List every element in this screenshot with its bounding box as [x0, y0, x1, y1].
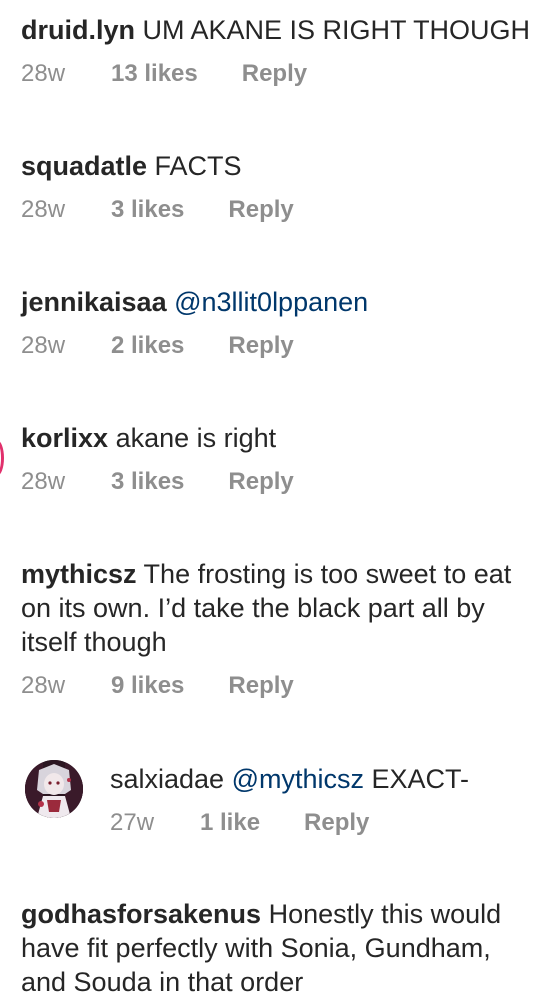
comment-text: jennikaisaa @n3llit0lppanen — [21, 285, 542, 319]
reply-button[interactable]: Reply — [228, 672, 293, 700]
comment-username[interactable]: druid.lyn — [21, 15, 135, 45]
comment-text: squadatle FACTS — [21, 149, 542, 183]
comment-item: korlixx akane is right 28w 3 likes Reply — [21, 421, 542, 497]
comment-timestamp: 27w — [110, 809, 155, 836]
comment-likes[interactable]: 9 likes — [111, 672, 184, 700]
comment-username[interactable]: korlixx — [21, 423, 108, 453]
reply-comment-item: salxiadae @mythicsz EXACT- 27w 1 like Re… — [110, 762, 542, 838]
comment-timestamp: 28w — [21, 60, 66, 87]
reply-button[interactable]: Reply — [228, 196, 293, 224]
reply-button[interactable]: Reply — [228, 332, 293, 360]
comment-meta: 28w 9 likes Reply — [21, 671, 542, 701]
comment-username[interactable]: jennikaisaa — [21, 287, 167, 317]
comment-item: godhasforsakenus Honestly this would hav… — [21, 897, 542, 999]
comment-meta: 28w 3 likes Reply — [21, 467, 542, 497]
comment-timestamp: 28w — [21, 468, 66, 495]
comment-item: squadatle FACTS 28w 3 likes Reply — [21, 149, 542, 225]
comment-body: EXACT- — [364, 764, 470, 794]
comment-meta: 27w 1 like Reply — [110, 808, 542, 838]
comment-username[interactable]: mythicsz — [21, 559, 137, 589]
comment-text: mythicsz The frosting is too sweet to ea… — [21, 557, 542, 659]
reply-button[interactable]: Reply — [242, 60, 307, 88]
comment-meta: 28w 2 likes Reply — [21, 331, 542, 361]
comment-text: korlixx akane is right — [21, 421, 542, 455]
comment-item: mythicsz The frosting is too sweet to ea… — [21, 557, 542, 701]
comment-body: akane is right — [108, 423, 277, 453]
comment-text: godhasforsakenus Honestly this would hav… — [21, 897, 542, 999]
comment-likes[interactable]: 2 likes — [111, 332, 184, 360]
comment-mention[interactable]: @mythicsz — [232, 764, 364, 794]
comment-likes[interactable]: 3 likes — [111, 468, 184, 496]
comment-username[interactable]: squadatle — [21, 151, 147, 181]
reply-button[interactable]: Reply — [228, 468, 293, 496]
comment-body: FACTS — [147, 151, 242, 181]
comment-likes[interactable]: 3 likes — [111, 196, 184, 224]
comment-mention[interactable]: @n3llit0lppanen — [174, 287, 368, 317]
comment-username[interactable]: godhasforsakenus — [21, 899, 261, 929]
comment-likes[interactable]: 13 likes — [111, 60, 198, 88]
comment-timestamp: 28w — [21, 332, 66, 359]
comment-text: salxiadae @mythicsz EXACT- — [110, 762, 542, 796]
comment-likes[interactable]: 1 like — [200, 809, 260, 837]
comment-meta: 28w 13 likes Reply — [21, 59, 542, 89]
comment-meta: 28w 3 likes Reply — [21, 195, 542, 225]
anime-avatar-icon[interactable] — [25, 760, 83, 818]
comment-timestamp: 28w — [21, 672, 66, 699]
story-ring-fragment — [0, 440, 4, 476]
comment-text: druid.lyn UM AKANE IS RIGHT THOUGH — [21, 13, 542, 47]
comment-item: jennikaisaa @n3llit0lppanen 28w 2 likes … — [21, 285, 542, 361]
comment-body: UM AKANE IS RIGHT THOUGH — [135, 15, 531, 45]
reply-button[interactable]: Reply — [304, 809, 369, 837]
comment-username[interactable]: salxiadae — [110, 764, 224, 794]
comment-item: druid.lyn UM AKANE IS RIGHT THOUGH 28w 1… — [21, 13, 542, 89]
comment-timestamp: 28w — [21, 196, 66, 223]
